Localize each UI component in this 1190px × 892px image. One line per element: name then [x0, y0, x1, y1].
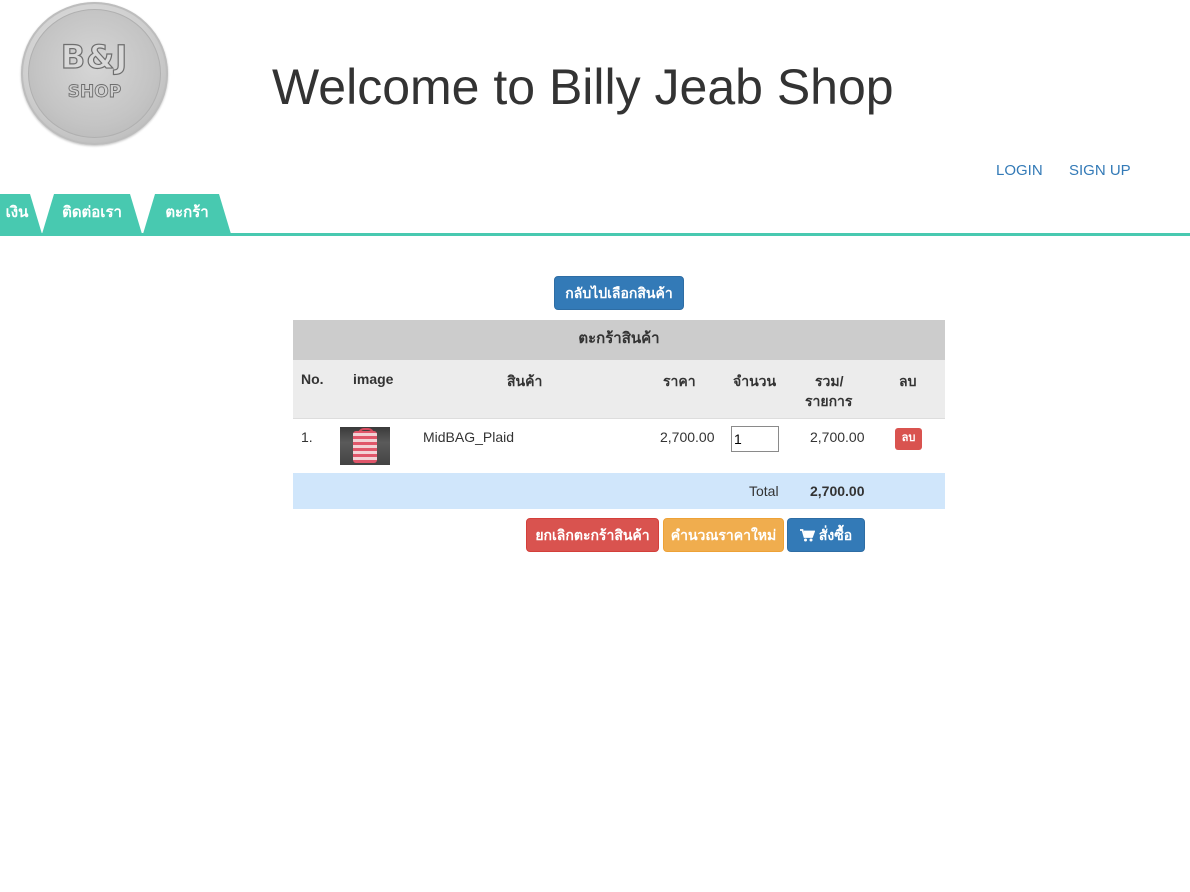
nav-tabs: เงิน ติดต่อเรา ตะกร้า — [0, 192, 1190, 236]
total-label: Total — [749, 483, 779, 499]
logo-text-shop: SHOP — [67, 82, 122, 103]
row-price: 2,700.00 — [660, 429, 715, 445]
col-subtotal-line1: รวม/ — [815, 373, 844, 389]
quantity-input[interactable] — [731, 426, 779, 452]
row-product-name: MidBAG_Plaid — [423, 429, 515, 445]
tab-contact-label: ติดต่อเรา — [62, 204, 122, 221]
col-image: image — [353, 371, 394, 387]
cart-icon — [799, 529, 815, 542]
cart-heading: ตะกร้าสินค้า — [293, 320, 945, 360]
col-subtotal: รวม/ — [815, 371, 844, 393]
login-link[interactable]: LOGIN — [996, 162, 1043, 179]
row-no: 1. — [301, 429, 313, 445]
logo-text-bj: B&J — [60, 37, 129, 76]
order-button-label: สั่งซื้อ — [818, 527, 853, 543]
col-no: No. — [301, 371, 324, 387]
cancel-cart-button[interactable]: ยกเลิกตะกร้าสินค้า — [526, 518, 659, 552]
col-price: ราคา — [663, 373, 696, 389]
delete-item-button[interactable]: ลบ — [895, 428, 922, 450]
col-product: สินค้า — [507, 373, 543, 389]
order-button[interactable]: สั่งซื้อ — [787, 518, 865, 552]
tab-cart[interactable]: ตะกร้า — [143, 194, 231, 234]
shop-logo: B&J SHOP — [21, 2, 168, 145]
tab-contact[interactable]: ติดต่อเรา — [42, 194, 142, 234]
tab-payment[interactable]: เงิน — [0, 194, 42, 234]
product-thumbnail — [340, 427, 390, 465]
total-row: Total 2,700.00 — [293, 473, 945, 509]
col-quantity: จำนวน — [733, 373, 777, 389]
back-to-products-button[interactable]: กลับไปเลือกสินค้า — [554, 276, 684, 310]
signup-link[interactable]: SIGN UP — [1069, 162, 1131, 179]
tab-payment-label: เงิน — [5, 204, 29, 221]
tab-cart-label: ตะกร้า — [165, 204, 209, 221]
col-subtotal-line2: รายการ — [805, 393, 853, 409]
bag-image — [353, 431, 377, 463]
total-value: 2,700.00 — [810, 483, 865, 499]
recalculate-button[interactable]: คำนวณราคาใหม่ — [663, 518, 784, 552]
table-row: 1. MidBAG_Plaid 2,700.00 2,700.00 ลบ — [293, 418, 945, 474]
page-title: Welcome to Billy Jeab Shop — [272, 59, 894, 115]
row-subtotal: 2,700.00 — [810, 429, 865, 445]
col-delete: ลบ — [899, 373, 917, 389]
cart-table-header: No. image สินค้า ราคา จำนวน รวม/ รายการ … — [293, 360, 945, 418]
